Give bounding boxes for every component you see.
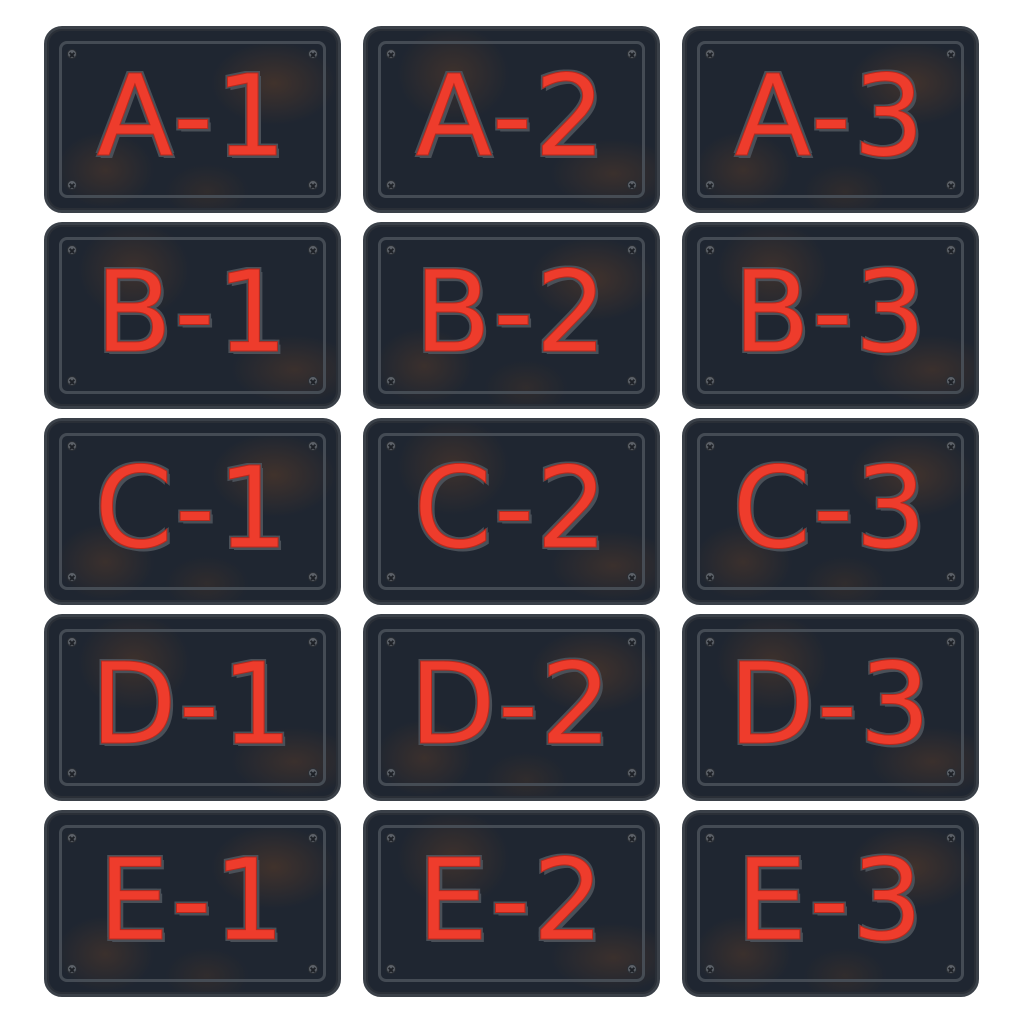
plate-e-1: E-1 (44, 810, 341, 997)
plate-b-2: B-2 (363, 222, 660, 409)
plate-label: B-3 (733, 247, 928, 378)
plate-c-2: C-2 (363, 418, 660, 605)
plate-label: E-2 (417, 835, 606, 966)
plate-label: C-2 (413, 443, 610, 574)
plate-a-2: A-2 (363, 26, 660, 213)
plate-label: E-1 (98, 835, 287, 966)
plate-c-1: C-1 (44, 418, 341, 605)
plate-a-1: A-1 (44, 26, 341, 213)
plate-b-3: B-3 (682, 222, 979, 409)
plate-label: B-2 (414, 247, 609, 378)
plate-grid: A-1 A-2 A-3 B-1 B-2 B-3 C-1 C-2 C-3 D-1 … (44, 26, 979, 997)
plate-e-2: E-2 (363, 810, 660, 997)
plate-b-1: B-1 (44, 222, 341, 409)
plate-label: C-3 (732, 443, 929, 574)
plate-d-1: D-1 (44, 614, 341, 801)
plate-label: A-3 (734, 51, 927, 182)
plate-label: D-2 (409, 639, 614, 770)
plate-label: C-1 (94, 443, 291, 574)
plate-a-3: A-3 (682, 26, 979, 213)
plate-d-2: D-2 (363, 614, 660, 801)
plate-label: D-1 (90, 639, 295, 770)
plate-label: A-2 (415, 51, 608, 182)
plate-label: E-3 (736, 835, 925, 966)
plate-c-3: C-3 (682, 418, 979, 605)
plate-label: B-1 (95, 247, 290, 378)
plate-d-3: D-3 (682, 614, 979, 801)
plate-e-3: E-3 (682, 810, 979, 997)
plate-label: D-3 (728, 639, 933, 770)
plate-label: A-1 (96, 51, 289, 182)
